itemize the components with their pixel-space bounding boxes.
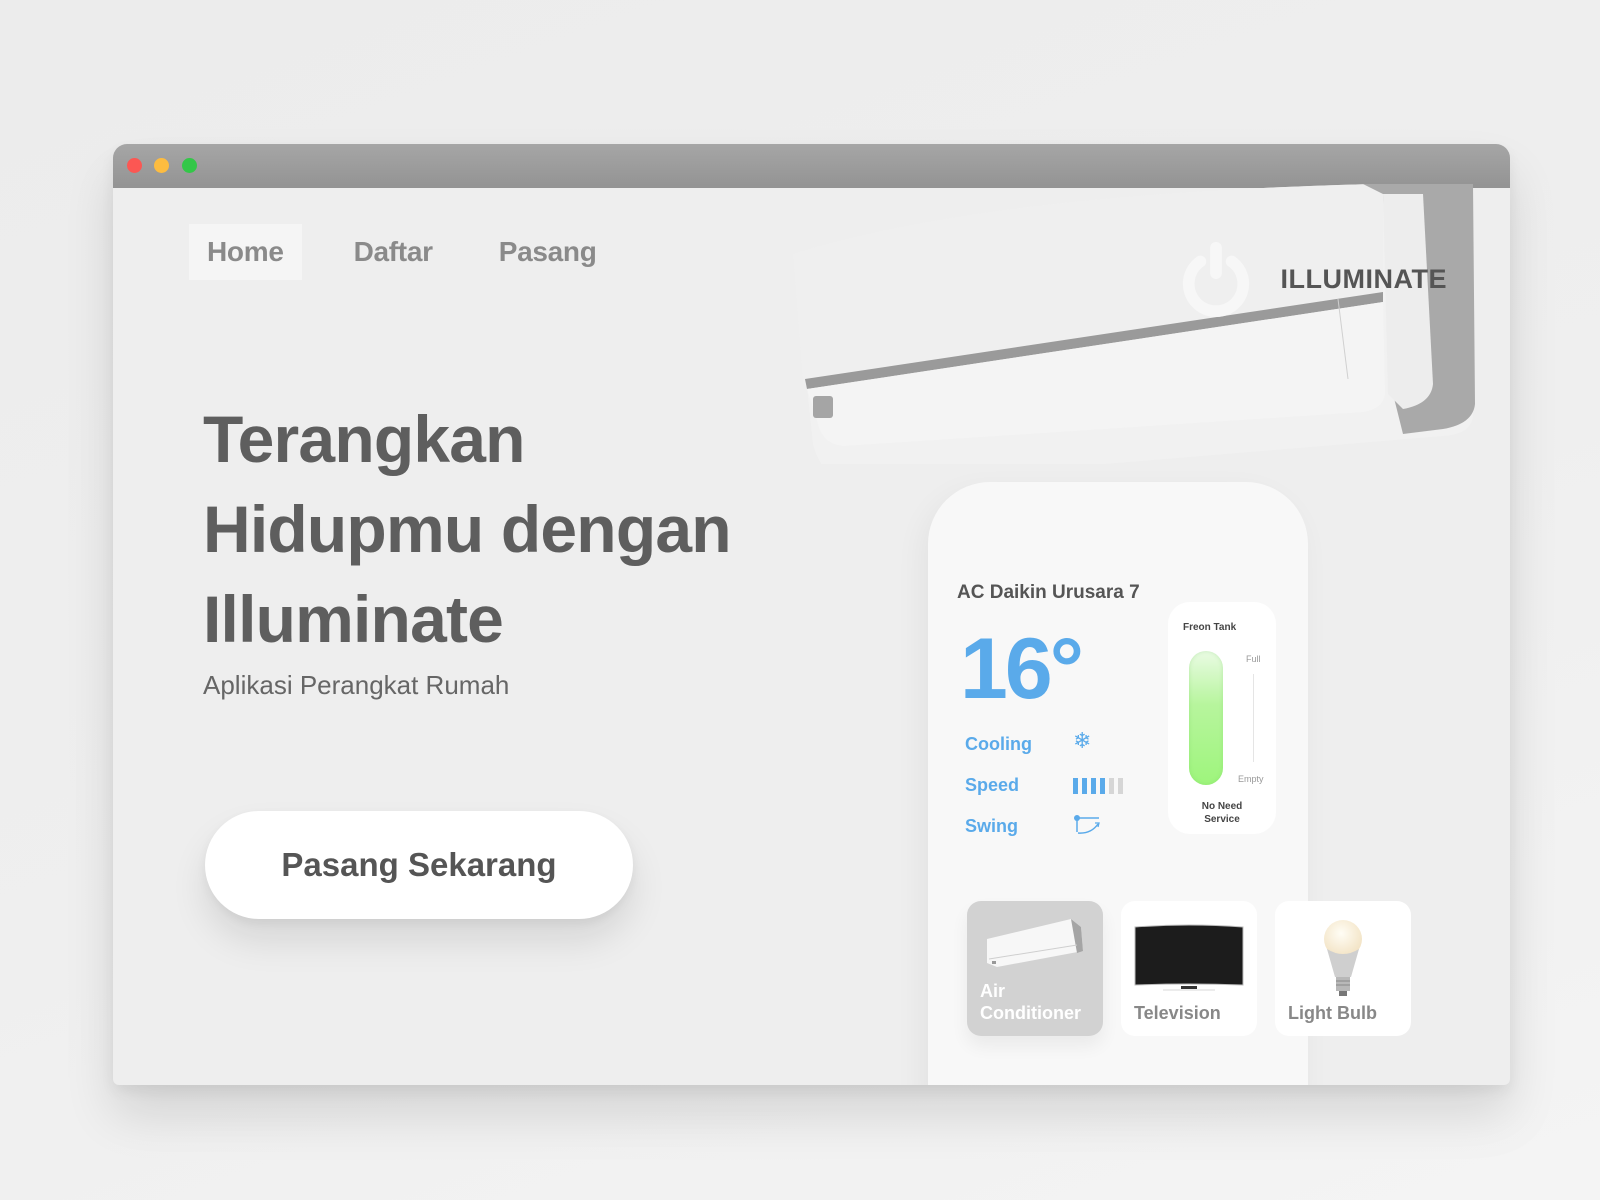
freon-empty-label: Empty	[1238, 774, 1264, 784]
device-card-label: Air Conditioner	[980, 980, 1090, 1024]
snowflake-icon[interactable]: ❄	[1073, 730, 1091, 752]
minimize-window-button[interactable]	[154, 158, 169, 173]
freon-tank-title: Freon Tank	[1183, 622, 1237, 633]
browser-window: Home Daftar Pasang ILLUMINATE Terangkan …	[113, 144, 1510, 1085]
device-label-text: Air Conditioner	[980, 981, 1081, 1023]
hero-title-line: Terangkan	[203, 402, 525, 476]
light-bulb-icon	[1324, 920, 1362, 996]
close-window-button[interactable]	[127, 158, 142, 173]
power-icon	[1182, 241, 1249, 317]
main-nav: Home Daftar Pasang	[189, 224, 649, 280]
nav-item-home[interactable]: Home	[189, 224, 302, 280]
speed-bar	[1100, 778, 1105, 794]
hero-title: Terangkan Hidupmu dengan Illuminate	[203, 394, 732, 664]
air-conditioner-icon	[987, 919, 1083, 967]
swing-label: Swing	[965, 816, 1018, 836]
hero-subtitle: Aplikasi Perangkat Rumah	[203, 670, 510, 700]
freon-tank-card: Freon Tank Full Empty No Need Service	[1168, 602, 1276, 834]
freon-level-bar	[1189, 651, 1223, 785]
hero-title-line: Hidupmu dengan	[203, 492, 732, 566]
freon-scale-line	[1253, 674, 1254, 762]
television-icon	[1134, 924, 1244, 991]
speed-level-indicator[interactable]	[1073, 778, 1127, 794]
speed-bar	[1082, 778, 1087, 794]
device-card-label: Television	[1134, 1003, 1221, 1023]
hero-section: Terangkan Hidupmu dengan Illuminate Apli…	[203, 394, 732, 701]
device-card-television[interactable]: Television	[1121, 901, 1257, 1036]
device-card-label: Light Bulb	[1288, 1003, 1377, 1023]
speed-label: Speed	[965, 775, 1020, 795]
freon-status-text: No Need Service	[1201, 801, 1243, 825]
install-now-button[interactable]: Pasang Sekarang	[205, 811, 633, 919]
brand-name: ILLUMINATE	[1280, 263, 1447, 294]
device-card-air-conditioner[interactable]: Air Conditioner	[967, 901, 1103, 1036]
freon-status: No Need Service	[1168, 800, 1276, 826]
swing-icon[interactable]	[1073, 814, 1103, 838]
speed-bar	[1118, 778, 1123, 794]
speed-bar	[1073, 778, 1078, 794]
temperature-display: 16°	[960, 621, 1084, 717]
window-titlebar	[113, 144, 1510, 188]
nav-item-pasang[interactable]: Pasang	[485, 224, 611, 280]
device-name: AC Daikin Urusara 7	[957, 582, 1140, 603]
nav-item-daftar[interactable]: Daftar	[340, 224, 447, 280]
brand-logo[interactable]: ILLUMINATE	[1177, 240, 1447, 318]
mode-label: Cooling	[965, 734, 1032, 754]
speed-bar	[1091, 778, 1096, 794]
air-conditioner-hero-image	[793, 184, 1475, 464]
device-card-light-bulb[interactable]: Light Bulb	[1275, 901, 1411, 1036]
speed-bar	[1109, 778, 1114, 794]
freon-full-label: Full	[1246, 654, 1261, 664]
maximize-window-button[interactable]	[182, 158, 197, 173]
hero-title-line: Illuminate	[203, 582, 504, 656]
